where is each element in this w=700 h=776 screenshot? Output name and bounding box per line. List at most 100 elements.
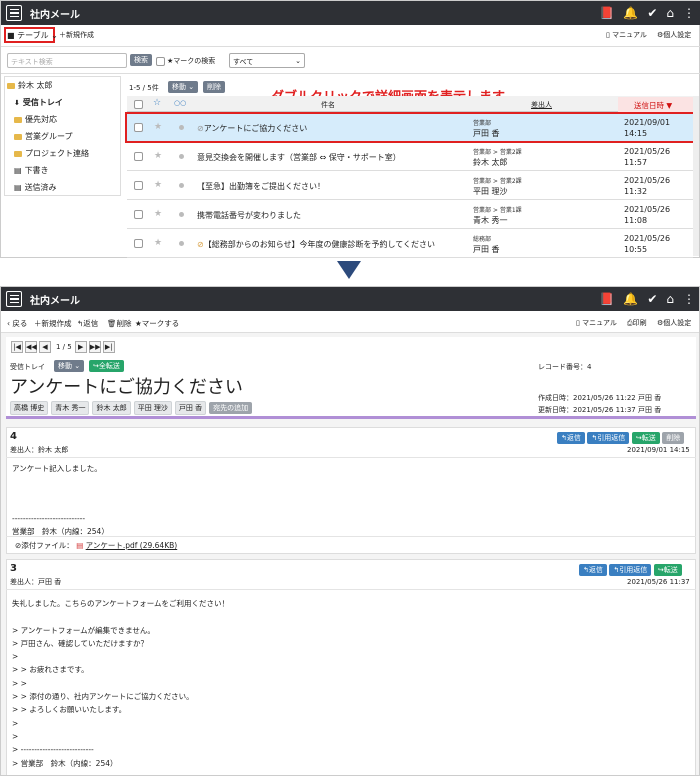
forward-button[interactable]: ↪転送 <box>631 432 660 444</box>
move-button[interactable]: 移動 ⌄ <box>168 81 199 93</box>
attachment-link[interactable]: アンケート.pdf (29.64KB) <box>86 541 178 550</box>
inbox-icon: ⬇ <box>14 98 20 107</box>
mark-search[interactable]: ★マークの検索 <box>156 56 215 66</box>
row-date-time: 11:32 <box>624 187 648 196</box>
row-checkbox[interactable] <box>134 152 143 161</box>
row-date: 2021/05/26 11:32 <box>624 175 670 197</box>
quote-reply-button[interactable]: ↰引用返信 <box>609 564 652 576</box>
book-icon[interactable]: 📕 <box>599 7 614 19</box>
add-recipient-button[interactable]: 宛先の追加 <box>209 402 253 414</box>
star-icon[interactable]: ★ <box>154 151 162 161</box>
folder-label: 受信トレイ <box>10 363 45 371</box>
back-label: 戻る <box>12 319 28 328</box>
manual-link[interactable]: ▯ マニュアル <box>576 318 617 328</box>
app-title: 社内メール <box>30 295 80 307</box>
print-link[interactable]: ⎙印刷 <box>627 318 647 328</box>
settings-link[interactable]: ⚙個人設定 <box>657 30 691 40</box>
subject-header[interactable]: 件名 <box>321 100 335 110</box>
row-checkbox[interactable] <box>134 181 143 190</box>
view-select[interactable]: ■ テーブル ⌄ <box>7 30 58 41</box>
reply-label: 返信 <box>566 434 581 442</box>
delete-message-button[interactable]: 削除 <box>662 432 685 444</box>
reply-button[interactable]: ↰返信 <box>557 432 585 444</box>
forward-button[interactable]: ↪転送 <box>653 564 682 576</box>
row-date: 2021/05/26 11:08 <box>624 204 670 226</box>
menu-icon[interactable] <box>6 5 22 21</box>
check-icon[interactable]: ✔ <box>647 293 657 305</box>
bell-icon[interactable]: 🔔 <box>623 293 638 305</box>
row-subject: 携帯電話番号が変わりました <box>197 211 301 220</box>
home-icon[interactable]: ⌂ <box>666 7 674 19</box>
next-next-icon[interactable]: ▶▶ <box>88 341 101 353</box>
chevron-down-icon: ⌄ <box>295 57 301 65</box>
star-icon[interactable]: ★ <box>154 180 162 190</box>
settings-link[interactable]: ⚙個人設定 <box>657 318 691 328</box>
recipient-tag[interactable]: 平田 理沙 <box>133 401 172 415</box>
unread-dot-icon <box>179 154 184 159</box>
row-checkbox[interactable] <box>134 210 143 219</box>
move-label: 移動 <box>172 83 186 91</box>
menu-icon[interactable] <box>6 291 22 307</box>
new-button[interactable]: ＋新規作成 <box>59 30 94 40</box>
star-header-icon[interactable]: ☆ <box>153 98 161 108</box>
back-button[interactable]: ‹ 戻る <box>7 318 27 329</box>
message-sender: 差出人：鈴木 太郎 <box>10 446 69 454</box>
mark-search-label: マークの検索 <box>173 57 216 65</box>
star-icon[interactable]: ★ <box>154 209 162 219</box>
reply-button[interactable]: ↰返信 <box>77 318 98 329</box>
sidebar-item-inbox[interactable]: ⬇ 受信トレイ <box>14 97 63 108</box>
message-actions: ↰返信 ↰引用返信 ↪転送 <box>579 564 682 576</box>
row-date-day: 2021/05/26 <box>624 147 671 156</box>
sidebar-item-project[interactable]: プロジェクト連絡 <box>14 148 89 159</box>
prev-prev-icon[interactable]: ◀◀ <box>25 341 37 353</box>
recipient-tag[interactable]: 鈴木 太郎 <box>92 401 131 415</box>
quote-reply-button[interactable]: ↰引用返信 <box>587 432 630 444</box>
search-button[interactable]: 検索 <box>130 54 152 66</box>
row-checkbox[interactable] <box>134 239 143 248</box>
read-header-icon[interactable]: ○○ <box>174 99 186 107</box>
book-icon[interactable]: 📕 <box>599 293 614 305</box>
move-label: 移動 <box>58 362 72 370</box>
new-label: 新規作成 <box>66 31 94 39</box>
reply-label: 返信 <box>588 566 603 574</box>
sender-header[interactable]: 差出人 <box>531 100 552 110</box>
filter-select[interactable]: すべて ⌄ <box>229 53 305 68</box>
row-subject: ⊘【総務部からのお知らせ】今年度の健康診断を予約してください <box>197 239 435 250</box>
sidebar-user[interactable]: 鈴木 太郎 <box>7 80 53 91</box>
delete-button[interactable]: 削除 <box>203 81 225 93</box>
select-all-checkbox[interactable] <box>134 100 143 109</box>
scrollbar[interactable] <box>693 96 699 256</box>
reply-button[interactable]: ↰返信 <box>579 564 607 576</box>
next-icon[interactable]: ▶ <box>74 341 87 353</box>
sidebar-item-sales[interactable]: 営業グループ <box>14 131 73 142</box>
manual-label: マニュアル <box>612 31 647 39</box>
sidebar-item-sent[interactable]: ▤ 送信済み <box>14 182 57 193</box>
last-page-icon[interactable]: ▶| <box>102 341 115 353</box>
recipient-tag[interactable]: 高橋 博史 <box>10 401 49 415</box>
new-button[interactable]: ＋新規作成 <box>34 318 72 329</box>
sidebar-item-drafts[interactable]: ▤ 下書き <box>14 165 49 176</box>
move-button[interactable]: 移動 ⌄ <box>54 360 85 372</box>
recipient-tag[interactable]: 青木 秀一 <box>51 401 90 415</box>
first-page-icon[interactable]: |◀ <box>11 341 23 353</box>
record-number: レコード番号：4 <box>538 363 592 371</box>
date-header[interactable]: 送信日時 ▼ <box>634 100 672 111</box>
star-icon[interactable]: ★ <box>154 238 162 248</box>
new-label: 新規作成 <box>41 319 72 328</box>
home-icon[interactable]: ⌂ <box>666 293 674 305</box>
more-icon[interactable]: ⋮ <box>683 7 695 19</box>
pager-text: 1 / 5 <box>56 343 72 351</box>
forward-all-button[interactable]: ↪全転送 <box>89 360 124 372</box>
search-input[interactable]: テキスト検索 <box>7 53 127 68</box>
recipient-tag[interactable]: 戸田 香 <box>174 401 207 415</box>
row-sender: 鈴木 太郎 <box>473 158 508 167</box>
bell-icon[interactable]: 🔔 <box>623 7 638 19</box>
prev-icon[interactable]: ◀ <box>39 341 51 353</box>
more-icon[interactable]: ⋮ <box>683 293 695 305</box>
check-icon[interactable]: ✔ <box>647 7 657 19</box>
sidebar-item-priority[interactable]: 優先対応 <box>14 114 57 125</box>
mark-button[interactable]: ★マークする <box>135 318 179 329</box>
detail-screen: 社内メール 📕 🔔 ✔ ⌂ ⋮ ‹ 戻る ＋新規作成 ↰返信 🗑削除 ★マークす… <box>0 286 700 776</box>
manual-link[interactable]: ▯ マニュアル <box>606 30 647 40</box>
delete-button[interactable]: 🗑削除 <box>107 318 132 329</box>
